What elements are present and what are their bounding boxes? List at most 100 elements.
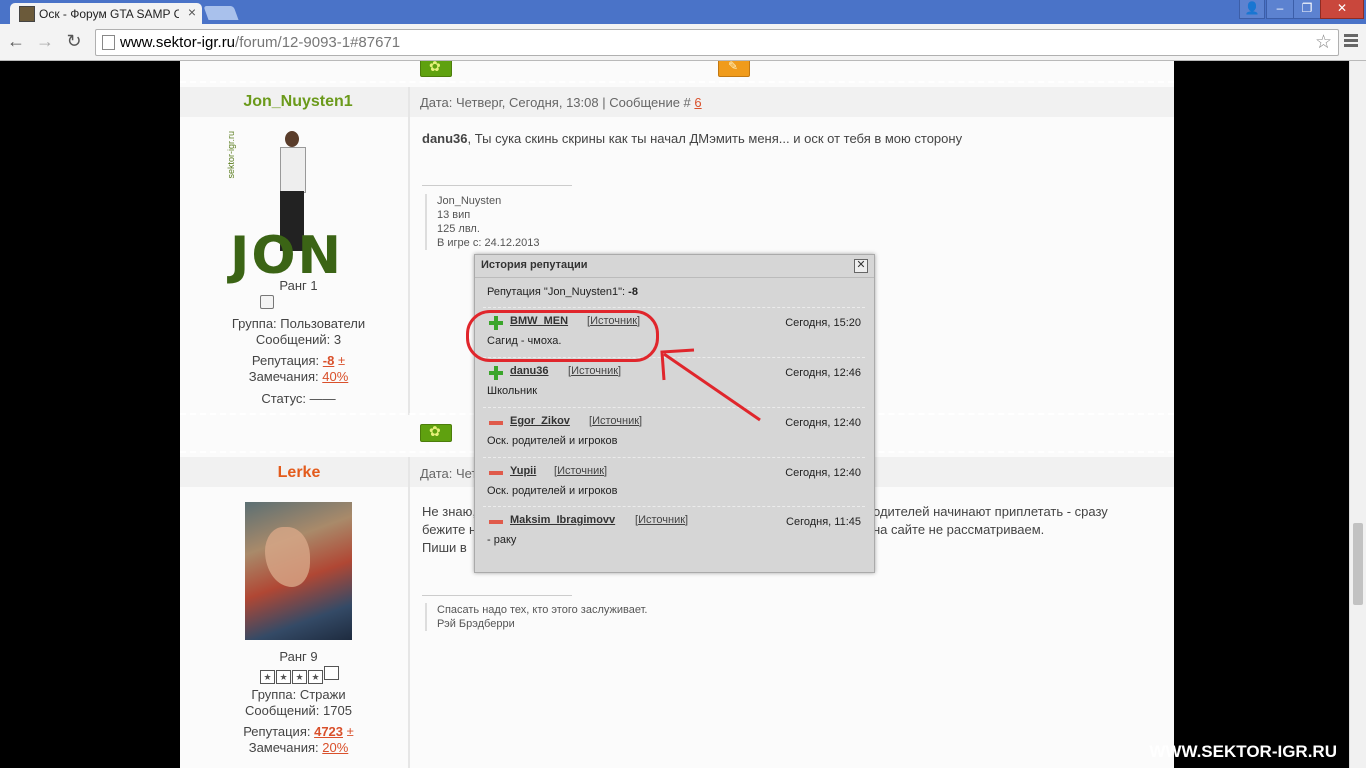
user-icon[interactable]: 👤: [1239, 0, 1265, 19]
entry-reason: Оск. родителей и игроков: [487, 485, 618, 497]
reputation-entry: Yupii [Источник] Сегодня, 12:40 Оск. род…: [483, 457, 865, 506]
flower-icon[interactable]: [420, 423, 452, 442]
close-window-button[interactable]: ✕: [1320, 0, 1364, 19]
reputation-link[interactable]: -8: [323, 353, 335, 368]
tab-strip: Оск - Форум GTA SAMP С × 👤 – ❐ ✕: [0, 0, 1366, 24]
maximize-button[interactable]: ❐: [1293, 0, 1321, 19]
entry-user-link[interactable]: danu36: [510, 365, 549, 377]
entry-time: Сегодня, 12:46: [785, 367, 861, 379]
popup-header: История репутации ✕: [475, 255, 874, 278]
star-icon: ★: [292, 670, 307, 684]
minus-icon: [489, 515, 503, 529]
vertical-scrollbar[interactable]: [1349, 61, 1366, 768]
reload-icon[interactable]: ↻: [63, 30, 85, 52]
bookmark-star-icon[interactable]: ☆: [1315, 31, 1332, 54]
signature-line: Спасать надо тех, кто этого заслуживает.: [437, 604, 648, 616]
post-message-line: Пиши в: [422, 540, 467, 555]
scrollbar-thumb[interactable]: [1353, 523, 1363, 605]
star-icon: ★: [276, 670, 291, 684]
post-message: danu36, Ты сука скинь скрины как ты нача…: [422, 131, 963, 146]
plus-icon: [489, 366, 503, 380]
user-reputation: Репутация: -8 ±: [251, 353, 346, 368]
reply-icon[interactable]: [718, 61, 750, 77]
user-messages: Сообщений: 1705: [245, 703, 352, 718]
signature-divider: [422, 185, 572, 186]
warnings-link[interactable]: 20%: [322, 740, 348, 755]
minus-icon: [489, 416, 503, 430]
star-icon: ★: [308, 670, 323, 684]
back-arrow-icon[interactable]: ←: [5, 30, 27, 52]
reputation-link[interactable]: 4723: [314, 724, 343, 739]
post-message-line: одителей начинают приплетать - сразу: [873, 504, 1108, 519]
post-author-name[interactable]: Jon_Nuysten1: [183, 93, 413, 111]
arrow-shaft: [663, 352, 761, 422]
signature-line: 125 лвл.: [437, 223, 480, 235]
reputation-entry: Maksim_Ibragimovv [Источник] Сегодня, 11…: [483, 506, 865, 555]
entry-reason: Оск. родителей и игроков: [487, 435, 618, 447]
close-icon[interactable]: ✕: [854, 259, 868, 273]
entry-user-link[interactable]: Yupii: [510, 465, 536, 477]
entry-time: Сегодня, 12:40: [785, 417, 861, 429]
entry-reason: - раку: [487, 534, 517, 546]
avatar-image: [245, 502, 352, 640]
post-signature: Jon_Nuysten 13 вип 125 лвл. В игре с: 24…: [425, 194, 540, 250]
rank-box: [260, 295, 274, 309]
site-favicon-icon: [19, 6, 35, 22]
user-group: Группа: Стражи: [251, 687, 346, 702]
reputation-change-link[interactable]: ±: [347, 724, 354, 739]
user-warnings: Замечания: 40%: [248, 369, 349, 384]
post-date-header: Дата: Чет: [420, 466, 478, 481]
signature-line: Jon_Nuysten: [437, 195, 502, 207]
entry-user-link[interactable]: Egor_Zikov: [510, 415, 570, 427]
empty-star-icon: [324, 666, 339, 680]
annotation-arrow: [660, 348, 761, 422]
url-text[interactable]: www.sektor-igr.ru/forum/12-9093-1#87671: [120, 34, 400, 51]
avatar-logo-text: JON: [230, 226, 344, 286]
entry-source[interactable]: [Источник]: [554, 465, 607, 477]
user-rank: Ранг 1: [279, 278, 318, 293]
signature-line: Рэй Брэдберри: [437, 618, 515, 630]
quoted-user-name[interactable]: danu36: [422, 131, 468, 146]
signature-line: 13 вип: [437, 209, 471, 221]
page-icon: [102, 35, 115, 50]
forward-arrow-icon[interactable]: →: [34, 30, 56, 52]
avatar-side-text: sektor-igr.ru: [226, 131, 236, 179]
user-messages: Сообщений: 3: [255, 332, 342, 347]
warnings-link[interactable]: 40%: [322, 369, 348, 384]
post-date-header: Дата: Четверг, Сегодня, 13:08 | Сообщени…: [420, 95, 702, 110]
entry-time: Сегодня, 15:20: [785, 317, 861, 329]
entry-time: Сегодня, 12:40: [785, 467, 861, 479]
close-tab-icon[interactable]: ×: [188, 4, 196, 20]
star-icon: ★: [260, 670, 275, 684]
minimize-button[interactable]: –: [1266, 0, 1294, 19]
tab-title: Оск - Форум GTA SAMP С: [39, 7, 179, 21]
user-rank: Ранг 9: [279, 649, 318, 664]
row-divider: [180, 81, 1174, 83]
minus-icon: [489, 466, 503, 480]
user-warnings: Замечания: 20%: [248, 740, 349, 755]
new-tab-button[interactable]: [203, 6, 239, 20]
browser-tab[interactable]: Оск - Форум GTA SAMP С ×: [10, 3, 202, 24]
post-message-line: бежите н: [422, 522, 477, 537]
reputation-change-link[interactable]: ±: [338, 353, 345, 368]
user-group: Группа: Пользователи: [231, 316, 366, 331]
post-message-line: на сайте не рассматриваем.: [873, 522, 1045, 537]
entry-source[interactable]: [Источник]: [635, 514, 688, 526]
browser-toolbar: ← → ↻ www.sektor-igr.ru/forum/12-9093-1#…: [0, 24, 1366, 61]
entry-reason: Школьник: [487, 385, 538, 397]
post-author-name[interactable]: Lerke: [184, 464, 414, 482]
site-watermark: WWW.SEKTOR-IGR.RU: [1149, 742, 1337, 761]
entry-time: Сегодня, 11:45: [786, 516, 861, 528]
user-status: Статус: ——: [261, 391, 336, 406]
post-signature: Спасать надо тех, кто этого заслуживает.…: [425, 603, 647, 631]
rank-stars: ★ ★ ★ ★: [260, 666, 340, 684]
flower-icon[interactable]: [420, 61, 452, 77]
popup-title: История репутации: [481, 259, 588, 271]
entry-source[interactable]: [Источник]: [568, 365, 621, 377]
entry-user-link[interactable]: Maksim_Ibragimovv: [510, 514, 615, 526]
browser-menu-icon[interactable]: [1342, 32, 1360, 52]
column-divider: [408, 457, 410, 768]
entry-source[interactable]: [Источник]: [589, 415, 642, 427]
address-bar[interactable]: www.sektor-igr.ru/forum/12-9093-1#87671 …: [95, 29, 1339, 56]
post-number-link[interactable]: 6: [694, 95, 701, 110]
